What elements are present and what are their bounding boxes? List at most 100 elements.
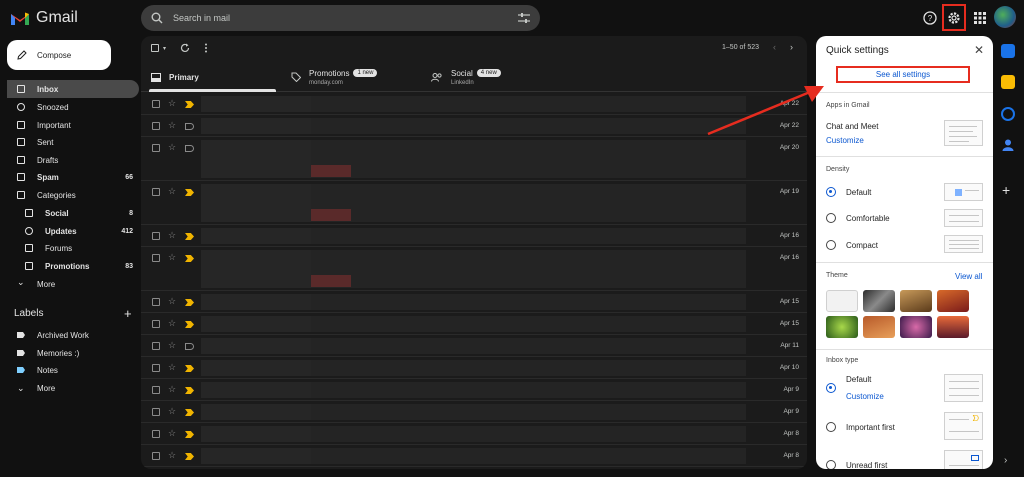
sidebar-item-social[interactable]: Social 8 bbox=[7, 204, 139, 222]
important-marker-icon[interactable] bbox=[185, 101, 194, 108]
label-item[interactable]: ⌄ More bbox=[7, 379, 139, 397]
row-checkbox[interactable] bbox=[152, 320, 160, 328]
label-item[interactable]: Notes bbox=[7, 361, 139, 379]
row-checkbox[interactable] bbox=[152, 408, 160, 416]
close-icon[interactable]: ✕ bbox=[974, 43, 984, 57]
density-compact-radio[interactable] bbox=[826, 240, 836, 250]
label-item[interactable]: Memories :) bbox=[7, 344, 139, 362]
tab-primary[interactable]: Primary bbox=[141, 62, 281, 92]
row-checkbox[interactable] bbox=[152, 452, 160, 460]
sidebar-item-promotions[interactable]: Promotions 83 bbox=[7, 257, 139, 275]
star-icon[interactable]: ☆ bbox=[168, 363, 176, 372]
sidebar-item-sent[interactable]: Sent bbox=[7, 133, 139, 151]
table-row[interactable]: ☆ Apr 9 bbox=[141, 379, 807, 401]
important-marker-icon[interactable] bbox=[185, 123, 194, 130]
table-row[interactable]: ☆ Apr 16 bbox=[141, 225, 807, 247]
theme-thumbnail[interactable] bbox=[937, 316, 969, 338]
sidebar-item-inbox[interactable]: Inbox bbox=[7, 80, 139, 98]
table-row[interactable]: ☆ Apr 15 bbox=[141, 313, 807, 335]
sidebar-item-spam[interactable]: Spam 66 bbox=[7, 168, 139, 186]
search-bar[interactable] bbox=[141, 5, 540, 31]
view-all-themes-link[interactable]: View all bbox=[955, 272, 982, 281]
search-icon[interactable] bbox=[151, 12, 163, 24]
label-item[interactable]: Archived Work bbox=[7, 326, 139, 344]
apps-button[interactable] bbox=[970, 8, 990, 28]
sidebar-item-drafts[interactable]: Drafts bbox=[7, 151, 139, 169]
sidebar-item-forums[interactable]: Forums bbox=[7, 239, 139, 257]
add-label-button[interactable]: + bbox=[124, 306, 132, 321]
search-input[interactable] bbox=[173, 13, 508, 23]
row-checkbox[interactable] bbox=[152, 144, 160, 152]
star-icon[interactable]: ☆ bbox=[168, 429, 176, 438]
calendar-icon[interactable] bbox=[1001, 44, 1015, 58]
theme-thumbnail[interactable] bbox=[900, 316, 932, 338]
important-marker-icon[interactable] bbox=[185, 453, 194, 460]
important-marker-icon[interactable] bbox=[185, 321, 194, 328]
table-row[interactable]: ☆ Apr 15 bbox=[141, 291, 807, 313]
tab-promotions[interactable]: Promotions 1 new monday.com bbox=[281, 62, 421, 92]
chat-customize-link[interactable]: Customize bbox=[826, 136, 864, 145]
row-checkbox[interactable] bbox=[152, 188, 160, 196]
keep-icon[interactable] bbox=[1001, 75, 1015, 89]
star-icon[interactable]: ☆ bbox=[168, 451, 176, 460]
density-default-radio[interactable] bbox=[826, 187, 836, 197]
inbox-default-radio[interactable] bbox=[826, 383, 836, 393]
star-icon[interactable]: ☆ bbox=[168, 253, 176, 262]
important-marker-icon[interactable] bbox=[185, 431, 194, 438]
tab-social[interactable]: Social 4 new LinkedIn bbox=[421, 62, 561, 92]
star-icon[interactable]: ☆ bbox=[168, 385, 176, 394]
table-row[interactable]: ☆ Apr 8 bbox=[141, 445, 807, 467]
add-addon-button[interactable]: + bbox=[1002, 182, 1010, 198]
star-icon[interactable]: ☆ bbox=[168, 231, 176, 240]
theme-default-thumbnail[interactable] bbox=[826, 290, 858, 312]
chevron-right-icon[interactable]: › bbox=[790, 42, 793, 52]
star-icon[interactable]: ☆ bbox=[168, 99, 176, 108]
star-icon[interactable]: ☆ bbox=[168, 143, 176, 152]
row-checkbox[interactable] bbox=[152, 122, 160, 130]
gmail-logo[interactable]: Gmail bbox=[10, 8, 78, 28]
sidebar-item-snoozed[interactable]: Snoozed bbox=[7, 98, 139, 116]
table-row[interactable]: ☆ Apr 19 bbox=[141, 181, 807, 225]
density-comfortable-radio[interactable] bbox=[826, 213, 836, 223]
row-checkbox[interactable] bbox=[152, 386, 160, 394]
more-vert-icon[interactable] bbox=[204, 43, 208, 53]
star-icon[interactable]: ☆ bbox=[168, 187, 176, 196]
row-checkbox[interactable] bbox=[152, 342, 160, 350]
see-all-settings-button[interactable]: See all settings bbox=[836, 66, 970, 83]
search-options-icon[interactable] bbox=[518, 13, 530, 23]
important-marker-icon[interactable] bbox=[185, 189, 194, 196]
important-marker-icon[interactable] bbox=[185, 365, 194, 372]
select-all-checkbox[interactable]: ▾ bbox=[151, 44, 166, 52]
important-marker-icon[interactable] bbox=[185, 145, 194, 152]
important-marker-icon[interactable] bbox=[185, 233, 194, 240]
chevron-left-icon[interactable]: ‹ bbox=[773, 42, 776, 52]
row-checkbox[interactable] bbox=[152, 254, 160, 262]
table-row[interactable]: ☆ Apr 9 bbox=[141, 401, 807, 423]
star-icon[interactable]: ☆ bbox=[168, 297, 176, 306]
important-marker-icon[interactable] bbox=[185, 299, 194, 306]
inbox-customize-link[interactable]: Customize bbox=[846, 392, 884, 401]
star-icon[interactable]: ☆ bbox=[168, 407, 176, 416]
table-row[interactable]: ☆ Apr 16 bbox=[141, 247, 807, 291]
row-checkbox[interactable] bbox=[152, 100, 160, 108]
row-checkbox[interactable] bbox=[152, 232, 160, 240]
inbox-important-first-radio[interactable] bbox=[826, 422, 836, 432]
row-checkbox[interactable] bbox=[152, 298, 160, 306]
sidebar-item-important[interactable]: Important bbox=[7, 116, 139, 134]
sidebar-item-more[interactable]: ⌄ More bbox=[7, 275, 139, 293]
star-icon[interactable]: ☆ bbox=[168, 121, 176, 130]
refresh-icon[interactable] bbox=[180, 43, 190, 53]
star-icon[interactable]: ☆ bbox=[168, 319, 176, 328]
star-icon[interactable]: ☆ bbox=[168, 341, 176, 350]
theme-thumbnail[interactable] bbox=[863, 290, 895, 312]
theme-thumbnail[interactable] bbox=[900, 290, 932, 312]
help-button[interactable]: ? bbox=[920, 8, 940, 28]
table-row[interactable]: ☆ Apr 11 bbox=[141, 335, 807, 357]
settings-button[interactable] bbox=[942, 4, 966, 31]
sidebar-item-categories[interactable]: Categories bbox=[7, 186, 139, 204]
contacts-icon[interactable] bbox=[1001, 138, 1015, 152]
table-row[interactable]: ☆ Apr 20 bbox=[141, 137, 807, 181]
compose-button[interactable]: Compose bbox=[7, 40, 111, 70]
row-checkbox[interactable] bbox=[152, 430, 160, 438]
table-row[interactable]: ☆ Apr 8 bbox=[141, 423, 807, 445]
